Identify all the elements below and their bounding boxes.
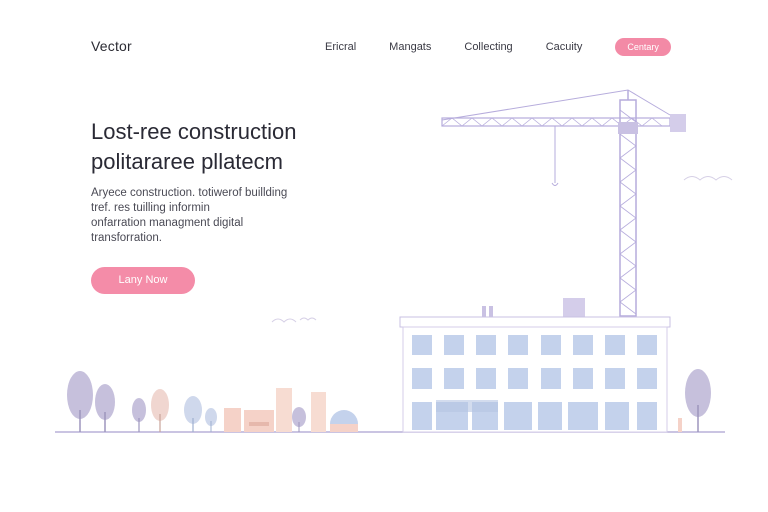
- crane-cab: [618, 122, 638, 134]
- top-navigation: Ericral Mangats Collecting Cacuity Centa…: [325, 38, 671, 56]
- small-city-buildings: [224, 388, 358, 432]
- hero-description: Aryece construction. totiwerof buillding…: [91, 186, 351, 246]
- crane-counterweight: [670, 114, 686, 132]
- hero-description-line: onfarration managment digital: [91, 217, 244, 229]
- brand-logo[interactable]: Vector: [91, 38, 132, 54]
- nav-link-ericral[interactable]: Ericral: [325, 41, 356, 53]
- hero-title: Lost-ree construction politararee pllate…: [91, 117, 371, 177]
- bird-icon: [271, 318, 297, 323]
- hero-description-line: Aryece construction. totiwerof buillding: [91, 187, 288, 199]
- hero-description-line: transforration.: [91, 232, 162, 244]
- tower-crane: [441, 89, 671, 317]
- bird-icon: [683, 176, 733, 181]
- nav-cta-button[interactable]: Centary: [615, 38, 671, 56]
- construction-illustration: [55, 89, 733, 433]
- hero-title-line: Lost-ree construction: [91, 119, 297, 144]
- nav-link-cacuity[interactable]: Cacuity: [546, 41, 583, 53]
- hero-description-line: tref. res tuilling informin: [91, 202, 210, 214]
- bird-icon: [299, 317, 317, 321]
- tree-right: [678, 369, 711, 432]
- nav-link-mangats[interactable]: Mangats: [389, 41, 431, 53]
- office-building: [399, 298, 671, 433]
- hero-title-line: politararee pllatecm: [91, 149, 283, 174]
- tree-group-left: [67, 371, 306, 432]
- nav-link-collecting[interactable]: Collecting: [464, 41, 512, 53]
- hero-cta-button[interactable]: Lany Now: [91, 267, 195, 294]
